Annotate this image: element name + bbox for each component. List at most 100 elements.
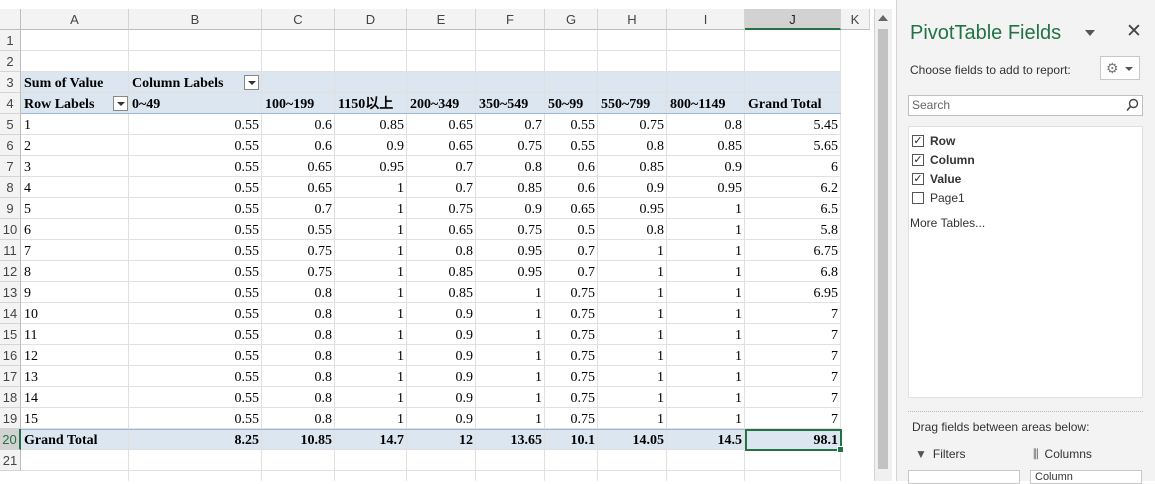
table-cell[interactable]: 0.55 <box>545 114 598 135</box>
table-cell[interactable]: 1 <box>598 282 667 303</box>
table-cell[interactable]: 1 <box>476 387 545 408</box>
table-cell[interactable]: 1 <box>335 408 407 429</box>
close-icon[interactable]: ✕ <box>1126 20 1142 43</box>
grand-total-label[interactable]: Grand Total <box>21 429 129 450</box>
pivot-column-labels[interactable]: Column Labels <box>129 72 262 93</box>
table-cell[interactable]: 0.8 <box>262 345 335 366</box>
table-cell[interactable]: 1 <box>476 345 545 366</box>
filters-drop-area[interactable] <box>908 470 1020 484</box>
table-cell[interactable]: 0.55 <box>129 345 262 366</box>
table-cell[interactable]: 0.65 <box>407 219 476 240</box>
table-cell[interactable]: 0.6 <box>545 156 598 177</box>
row-header-8[interactable]: 8 <box>0 177 21 198</box>
column-labels-filter-dropdown[interactable] <box>244 75 259 90</box>
row-header-19[interactable]: 19 <box>0 408 21 429</box>
table-cell[interactable]: 0.8 <box>262 366 335 387</box>
table-cell[interactable]: 0.8 <box>598 219 667 240</box>
table-cell[interactable]: 0.75 <box>545 387 598 408</box>
columns-drop-area[interactable]: Column <box>1030 470 1142 484</box>
grand-total-cell[interactable]: 13.65 <box>476 429 545 450</box>
table-cell[interactable]: 6.95 <box>745 282 841 303</box>
table-cell[interactable]: 0.65 <box>262 156 335 177</box>
table-cell[interactable]: 0.9 <box>335 135 407 156</box>
pivot-row-label[interactable]: 2 <box>21 135 129 156</box>
row-header-11[interactable]: 11 <box>0 240 21 261</box>
row-header-3[interactable]: 3 <box>0 72 21 93</box>
table-cell[interactable]: 0.7 <box>545 261 598 282</box>
table-cell[interactable]: 0.55 <box>129 303 262 324</box>
more-tables-link[interactable]: More Tables... <box>910 216 985 230</box>
column-header-h[interactable]: H <box>598 9 667 30</box>
table-cell[interactable]: 0.55 <box>129 408 262 429</box>
table-cell[interactable]: 0.95 <box>476 261 545 282</box>
table-cell[interactable]: 6.75 <box>745 240 841 261</box>
row-header-12[interactable]: 12 <box>0 261 21 282</box>
grand-total-cell[interactable]: 14.7 <box>335 429 407 450</box>
table-cell[interactable]: 0.8 <box>476 156 545 177</box>
table-cell[interactable]: 0.6 <box>545 177 598 198</box>
table-cell[interactable]: 0.8 <box>598 135 667 156</box>
pivot-row-label[interactable]: 6 <box>21 219 129 240</box>
pivot-column-header[interactable]: 50~99 <box>545 93 598 114</box>
table-cell[interactable]: 1 <box>335 219 407 240</box>
scrollbar-thumb[interactable] <box>878 29 888 469</box>
pivot-row-label[interactable]: 8 <box>21 261 129 282</box>
table-cell[interactable]: 0.85 <box>407 282 476 303</box>
table-cell[interactable]: 0.75 <box>545 282 598 303</box>
table-cell[interactable]: 0.55 <box>545 135 598 156</box>
table-cell[interactable]: 0.55 <box>129 114 262 135</box>
row-header-16[interactable]: 16 <box>0 345 21 366</box>
table-cell[interactable]: 0.55 <box>129 324 262 345</box>
table-cell[interactable]: 7 <box>745 345 841 366</box>
table-cell[interactable]: 1 <box>335 261 407 282</box>
table-cell[interactable]: 0.9 <box>598 177 667 198</box>
checkbox[interactable]: ✓ <box>912 173 924 185</box>
table-cell[interactable]: 1 <box>335 282 407 303</box>
column-header-c[interactable]: C <box>262 9 335 30</box>
column-header-f[interactable]: F <box>476 9 545 30</box>
table-cell[interactable]: 0.65 <box>407 135 476 156</box>
table-cell[interactable]: 1 <box>667 198 745 219</box>
table-cell[interactable]: 0.9 <box>407 345 476 366</box>
table-cell[interactable]: 0.6 <box>262 114 335 135</box>
pivot-column-header[interactable]: 0~49 <box>129 93 262 114</box>
row-header-20[interactable]: 20 <box>0 429 21 450</box>
table-cell[interactable]: 5.65 <box>745 135 841 156</box>
table-cell[interactable]: 1 <box>476 366 545 387</box>
table-cell[interactable]: 5.8 <box>745 219 841 240</box>
table-cell[interactable]: 0.55 <box>129 261 262 282</box>
table-cell[interactable]: 0.9 <box>407 303 476 324</box>
table-cell[interactable]: 0.75 <box>407 198 476 219</box>
spreadsheet-grid[interactable]: ABCDEFGHIJK 1 2 3 4 5 6 7 8 9 10 11 12 13 14 15 16 17 18 1… <box>0 0 870 481</box>
row-header-17[interactable]: 17 <box>0 366 21 387</box>
column-header-b[interactable]: B <box>129 9 262 30</box>
table-cell[interactable]: 0.75 <box>262 261 335 282</box>
table-cell[interactable]: 0.55 <box>129 198 262 219</box>
pivot-row-label[interactable]: 10 <box>21 303 129 324</box>
table-cell[interactable]: 0.7 <box>407 177 476 198</box>
pivot-row-label[interactable]: 13 <box>21 366 129 387</box>
table-cell[interactable]: 0.9 <box>407 387 476 408</box>
table-cell[interactable]: 0.9 <box>407 366 476 387</box>
table-cell[interactable]: 1 <box>598 261 667 282</box>
pivot-column-header[interactable]: Grand Total <box>745 93 841 114</box>
table-cell[interactable]: 1 <box>476 303 545 324</box>
table-cell[interactable]: 0.9 <box>407 408 476 429</box>
pivot-row-label[interactable]: 11 <box>21 324 129 345</box>
table-cell[interactable]: 0.55 <box>129 366 262 387</box>
select-all-corner[interactable] <box>0 9 21 30</box>
table-cell[interactable]: 7 <box>745 366 841 387</box>
table-cell[interactable]: 1 <box>598 240 667 261</box>
table-cell[interactable]: 0.75 <box>476 135 545 156</box>
pivot-row-label[interactable]: 1 <box>21 114 129 135</box>
table-cell[interactable]: 7 <box>745 408 841 429</box>
pivot-row-label[interactable]: 3 <box>21 156 129 177</box>
table-cell[interactable]: 7 <box>745 303 841 324</box>
table-cell[interactable]: 0.8 <box>667 114 745 135</box>
table-cell[interactable]: 1 <box>598 366 667 387</box>
table-cell[interactable]: 6.5 <box>745 198 841 219</box>
table-cell[interactable]: 0.75 <box>545 324 598 345</box>
column-header-d[interactable]: D <box>335 9 407 30</box>
table-cell[interactable]: 0.55 <box>129 219 262 240</box>
table-cell[interactable]: 0.95 <box>598 198 667 219</box>
